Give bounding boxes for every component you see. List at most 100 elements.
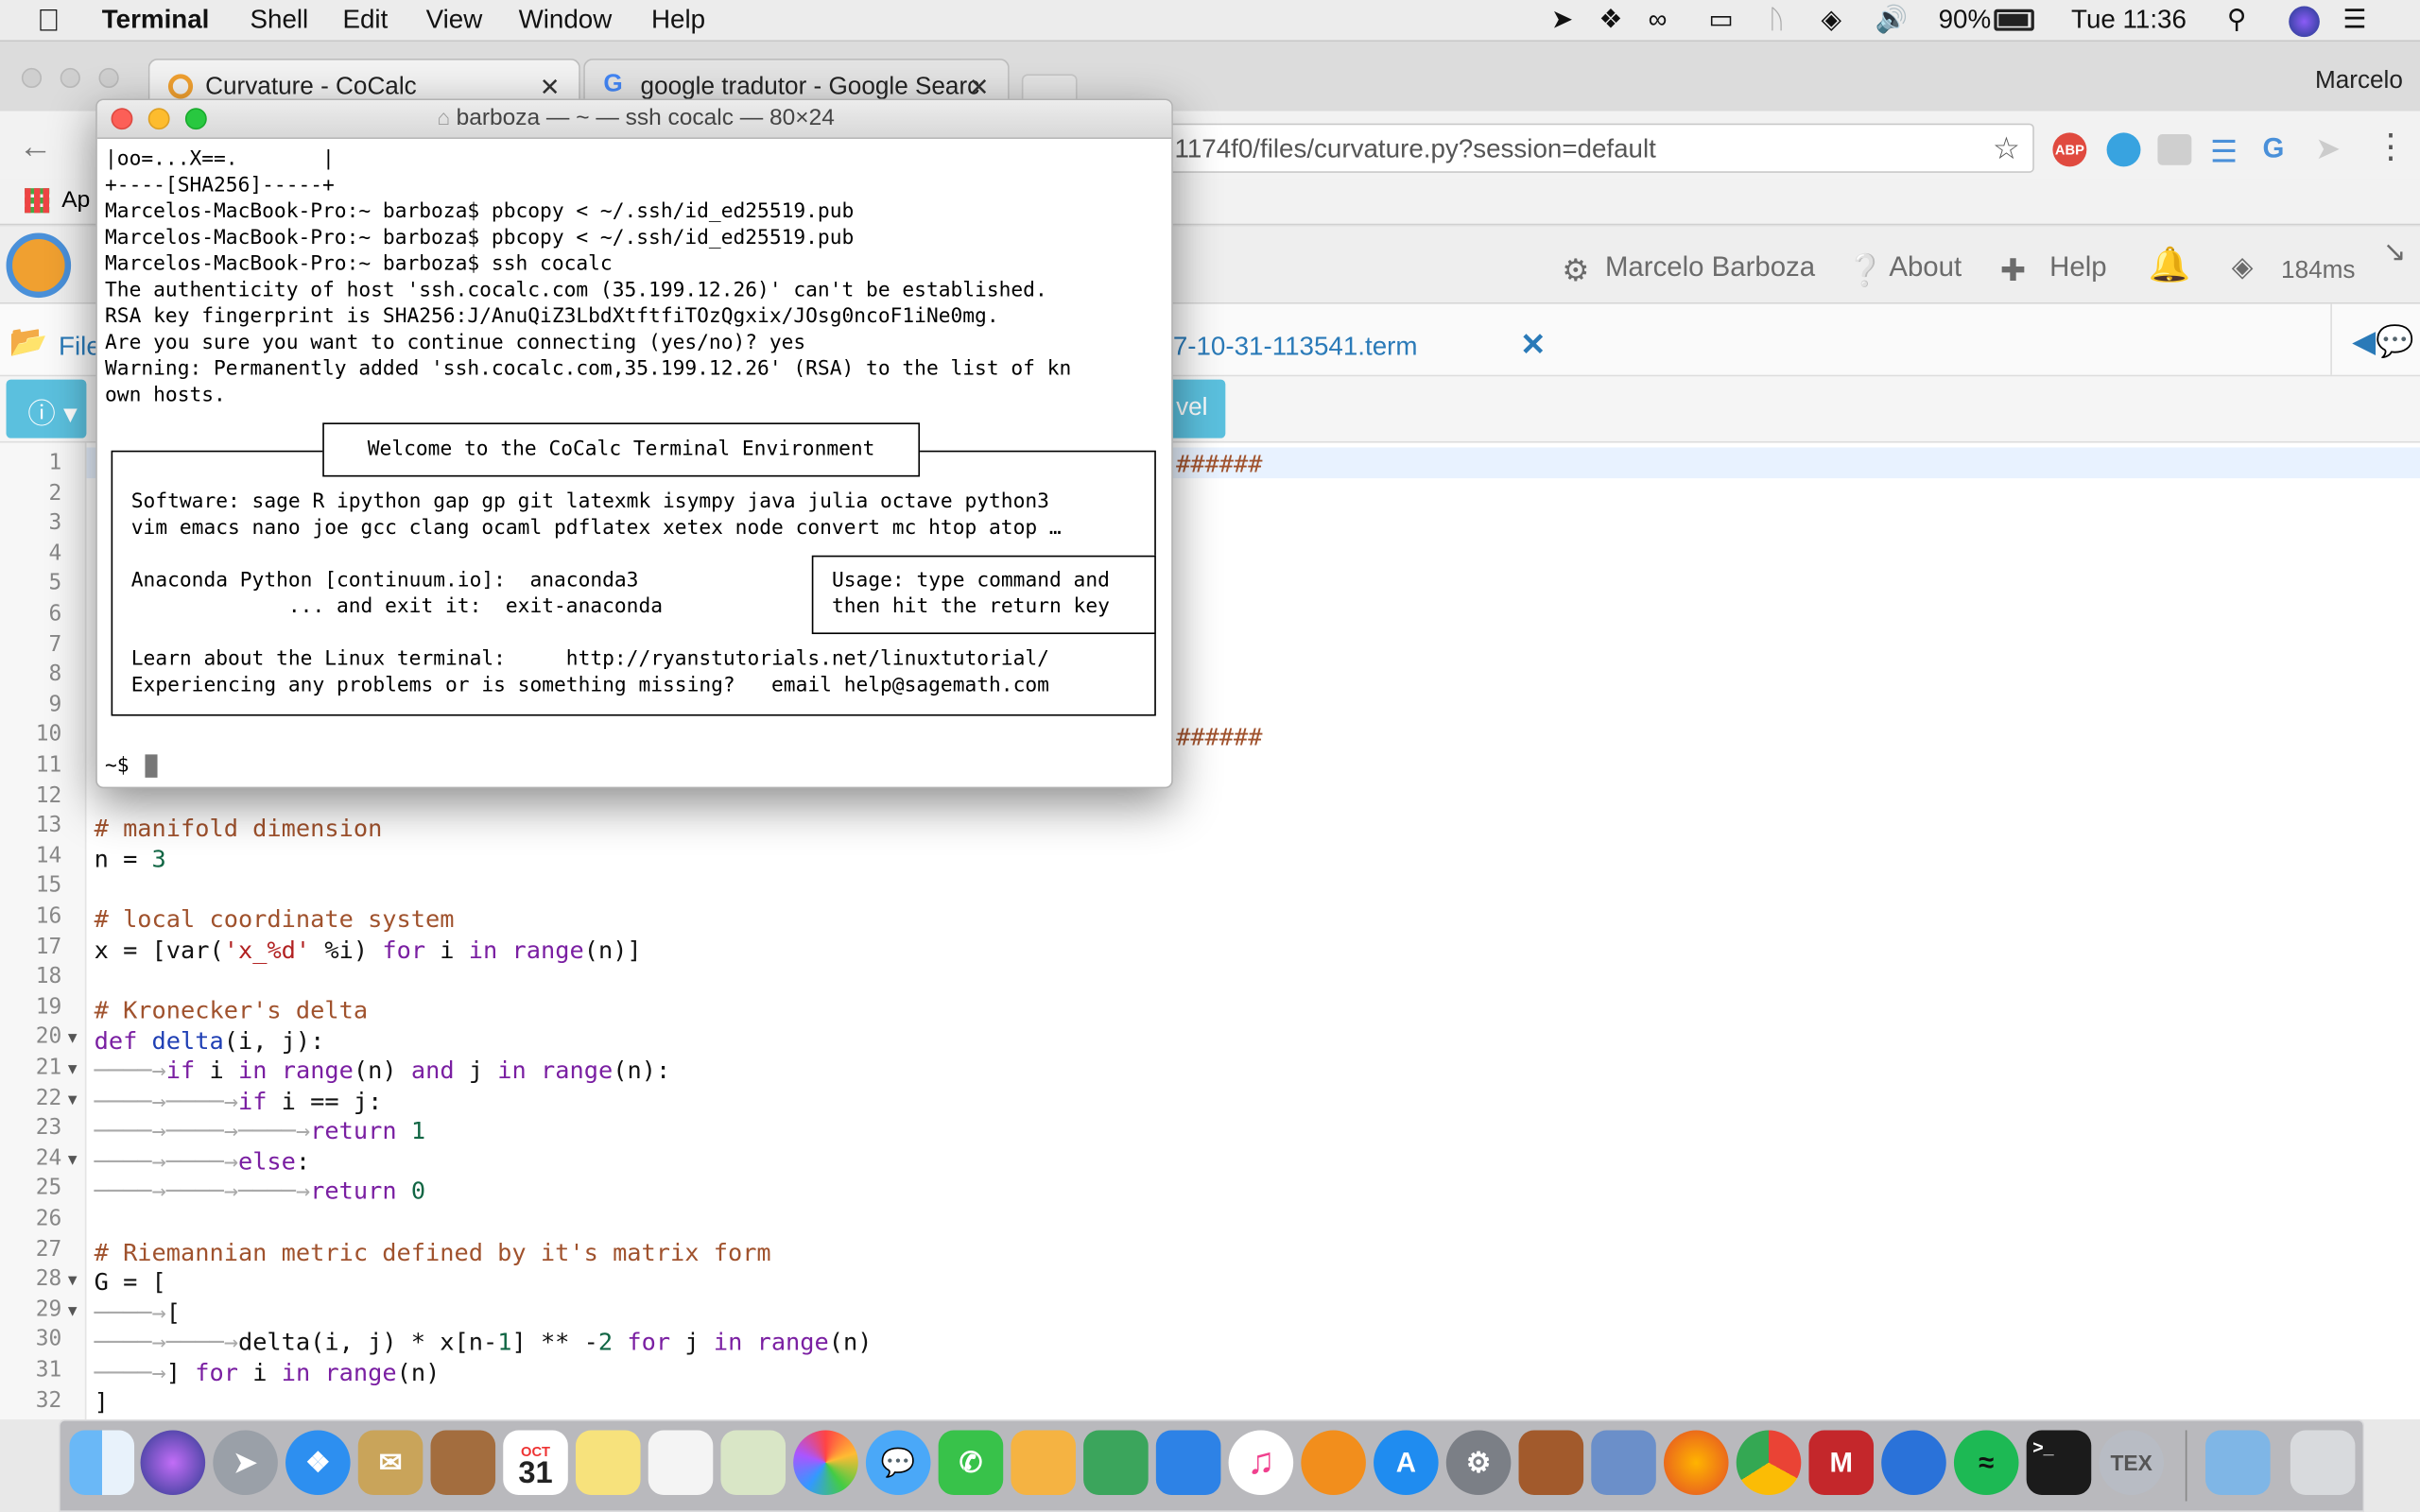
folder-open-icon[interactable]: 📂 bbox=[9, 322, 48, 361]
spotlight-icon[interactable]: ⚲ bbox=[2227, 5, 2246, 36]
siri-icon[interactable] bbox=[2289, 6, 2320, 38]
battery-icon[interactable] bbox=[1994, 9, 2034, 31]
numbers-icon[interactable] bbox=[1083, 1430, 1149, 1496]
menu-shell[interactable]: Shell bbox=[250, 5, 308, 36]
mail-icon[interactable]: ✉ bbox=[357, 1430, 424, 1496]
extension-arrow-icon[interactable]: ➤ bbox=[2315, 129, 2341, 168]
user-gear-icon[interactable]: ⚙ bbox=[1562, 251, 1589, 290]
cocalc-logo-icon[interactable] bbox=[6, 232, 72, 299]
preview-icon[interactable] bbox=[1591, 1430, 1656, 1496]
downloads-folder-icon[interactable] bbox=[2205, 1430, 2271, 1496]
wifi-icon[interactable]: ◈ bbox=[1822, 5, 1841, 36]
browser-minimize-dot[interactable] bbox=[60, 67, 80, 89]
terminal-close-button[interactable] bbox=[111, 108, 133, 130]
cloud-app-icon[interactable] bbox=[1881, 1430, 1946, 1496]
calendar-icon[interactable]: OCT 31 bbox=[503, 1430, 568, 1496]
gimp-icon[interactable] bbox=[1518, 1430, 1584, 1496]
files-tab[interactable]: File bbox=[59, 332, 101, 363]
notification-center-icon[interactable]: ☰ bbox=[2342, 5, 2366, 36]
photos-icon[interactable] bbox=[793, 1430, 858, 1496]
fullscreen-compress-icon[interactable]: ↘ bbox=[2383, 236, 2407, 268]
address-bar[interactable]: 1174f0/files/curvature.py?session=defaul… bbox=[1145, 123, 2034, 173]
browser-zoom-dot[interactable] bbox=[98, 67, 119, 89]
connection-wifi-icon[interactable]: ◈ bbox=[2232, 251, 2254, 284]
menu-app-name[interactable]: Terminal bbox=[102, 5, 210, 36]
terminal-dock-icon[interactable]: >_ bbox=[2026, 1430, 2092, 1496]
launchpad-icon[interactable]: ➤ bbox=[213, 1430, 278, 1496]
chrome-menu-icon[interactable]: ⋮ bbox=[2374, 127, 2408, 166]
line-number: 18 bbox=[35, 964, 62, 989]
bluetooth-icon[interactable]: ᚢ bbox=[1769, 5, 1785, 36]
user-name[interactable]: Marcelo Barboza bbox=[1605, 251, 1815, 284]
app-store-icon[interactable]: A bbox=[1374, 1430, 1439, 1496]
menubar-clock[interactable]: Tue 11:36 bbox=[2071, 5, 2187, 36]
messages-icon[interactable]: 💬 bbox=[865, 1430, 931, 1496]
browser-close-dot[interactable] bbox=[21, 67, 43, 89]
info-dropdown-button[interactable]: ⓘ ▾ bbox=[6, 379, 87, 438]
ibooks-icon[interactable] bbox=[1301, 1430, 1366, 1496]
volume-icon[interactable]: 🔊 bbox=[1876, 5, 1909, 36]
toolbar-partial-button[interactable]: vel bbox=[1172, 379, 1226, 438]
fold-arrow-icon[interactable]: ▼ bbox=[65, 1061, 80, 1078]
location-icon[interactable]: ➤ bbox=[1551, 5, 1573, 36]
terminal-minimize-button[interactable] bbox=[147, 108, 170, 130]
line-number: 28 bbox=[35, 1266, 62, 1292]
menu-help[interactable]: Help bbox=[651, 5, 705, 36]
contacts-icon[interactable] bbox=[430, 1430, 496, 1496]
mendeley-icon[interactable]: M bbox=[1808, 1430, 1875, 1496]
trash-icon[interactable] bbox=[2290, 1430, 2356, 1496]
fold-arrow-icon[interactable]: ▼ bbox=[65, 1273, 80, 1290]
line-number: 27 bbox=[35, 1236, 62, 1262]
menu-edit[interactable]: Edit bbox=[342, 5, 388, 36]
firefox-icon[interactable] bbox=[1663, 1430, 1729, 1496]
extension-gray-icon[interactable] bbox=[2157, 134, 2192, 165]
keynote-icon[interactable] bbox=[1155, 1430, 1221, 1496]
browser-profile-name[interactable]: Marcelo bbox=[2315, 68, 2403, 95]
pages-icon[interactable] bbox=[1011, 1430, 1076, 1496]
itunes-icon[interactable]: ♫ bbox=[1228, 1430, 1294, 1496]
tex-icon[interactable]: TEX bbox=[2099, 1430, 2164, 1496]
facetime-icon[interactable]: ✆ bbox=[938, 1430, 1004, 1496]
fold-arrow-icon[interactable]: ▼ bbox=[65, 1031, 80, 1048]
dropbox-icon[interactable]: ❖ bbox=[1599, 5, 1622, 36]
fold-arrow-icon[interactable]: ▼ bbox=[65, 1152, 80, 1169]
airplay-icon[interactable]: ▭ bbox=[1708, 5, 1733, 36]
adblock-icon[interactable]: ABP bbox=[2052, 132, 2087, 167]
system-preferences-icon[interactable]: ⚙ bbox=[1445, 1430, 1512, 1496]
maps-icon[interactable] bbox=[720, 1430, 786, 1496]
safari-icon[interactable]: ❖ bbox=[285, 1430, 351, 1496]
line-number: 15 bbox=[35, 873, 62, 899]
spotify-icon[interactable]: ≈ bbox=[1953, 1430, 2019, 1496]
help-medkit-icon[interactable]: ✚ bbox=[2000, 251, 2026, 290]
terminal-window[interactable]: ⌂ barboza — ~ — ssh cocalc — 80×24 |oo=.… bbox=[95, 98, 1173, 789]
about-question-icon[interactable]: ❔ bbox=[1846, 251, 1885, 290]
notifications-bell-icon[interactable]: 🔔 bbox=[2149, 246, 2191, 285]
apple-menu-icon[interactable]:  bbox=[37, 5, 60, 41]
terminal-file-tab[interactable]: 7-10-31-113541.term bbox=[1173, 332, 1418, 363]
glasses-icon[interactable]: ∞ bbox=[1649, 5, 1668, 36]
about-link[interactable]: About bbox=[1889, 251, 1962, 284]
extension-bank-icon[interactable] bbox=[2106, 132, 2141, 167]
battery-percent[interactable]: 90% bbox=[1939, 5, 1992, 36]
fold-arrow-icon[interactable]: ▼ bbox=[65, 1091, 80, 1108]
reminders-icon[interactable] bbox=[648, 1430, 714, 1496]
apps-grid-icon[interactable] bbox=[25, 188, 50, 214]
menu-view[interactable]: View bbox=[426, 5, 483, 36]
close-file-tab-icon[interactable]: ✕ bbox=[1520, 325, 1546, 364]
chrome-icon[interactable] bbox=[1736, 1430, 1802, 1496]
siri-dock-icon[interactable] bbox=[140, 1430, 206, 1496]
menu-window[interactable]: Window bbox=[519, 5, 613, 36]
extension-lines-icon[interactable]: ☰ bbox=[2210, 132, 2238, 171]
bookmark-star-icon[interactable]: ☆ bbox=[1993, 129, 2020, 168]
help-link[interactable]: Help bbox=[2049, 251, 2106, 284]
back-arrow-icon[interactable]: ← bbox=[19, 127, 53, 166]
google-translate-icon[interactable]: G bbox=[2262, 132, 2284, 164]
fold-arrow-icon[interactable]: ▼ bbox=[65, 1303, 80, 1320]
notes-icon[interactable] bbox=[575, 1430, 641, 1496]
line-number: 26 bbox=[35, 1206, 62, 1231]
finder-icon[interactable] bbox=[69, 1430, 135, 1496]
chat-toggle-icon[interactable]: ◀💬 bbox=[2352, 322, 2414, 361]
apps-bookmark[interactable]: Ap bbox=[61, 187, 90, 214]
terminal-zoom-button[interactable] bbox=[184, 108, 207, 130]
terminal-title-bar[interactable]: ⌂ barboza — ~ — ssh cocalc — 80×24 bbox=[96, 100, 1172, 139]
